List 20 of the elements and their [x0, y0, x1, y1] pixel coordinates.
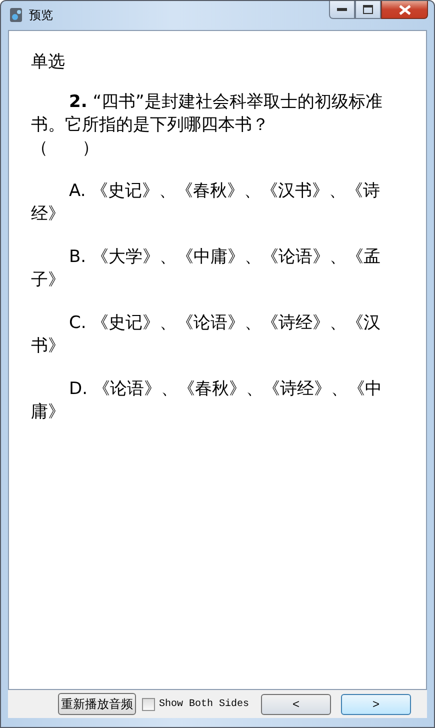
- answer-option: A. 《史记》、《春秋》、《汉书》、《诗经》: [31, 180, 406, 226]
- show-both-sides-label: Show Both Sides: [159, 698, 250, 710]
- maximize-button[interactable]: [355, 1, 381, 19]
- question-type: 单选: [31, 51, 66, 74]
- maximize-icon: [363, 5, 373, 14]
- next-button[interactable]: >: [341, 694, 412, 714]
- app-icon: [9, 7, 23, 23]
- answer-option: C. 《史记》、《论语》、《诗经》、《汉书》: [31, 312, 406, 358]
- close-button[interactable]: [381, 1, 428, 19]
- window-title: 预览: [29, 7, 53, 23]
- minimize-icon: [337, 8, 347, 12]
- close-icon: [398, 4, 410, 14]
- answer-option: D. 《论语》、《春秋》、《诗经》、《中庸》: [31, 378, 406, 424]
- previous-button[interactable]: <: [261, 694, 332, 714]
- answer-blank: （ ）: [31, 137, 100, 160]
- answer-option: B. 《大学》、《中庸》、《论语》、《孟子》: [31, 246, 406, 292]
- question-text: 2. “四书”是封建社会科举取士的初级标准书。它所指的是下列哪四本书？: [31, 91, 384, 137]
- show-both-sides-checkbox[interactable]: [142, 698, 155, 710]
- replay-audio-button[interactable]: 重新播放音频: [58, 693, 136, 715]
- minimize-button[interactable]: [329, 1, 355, 19]
